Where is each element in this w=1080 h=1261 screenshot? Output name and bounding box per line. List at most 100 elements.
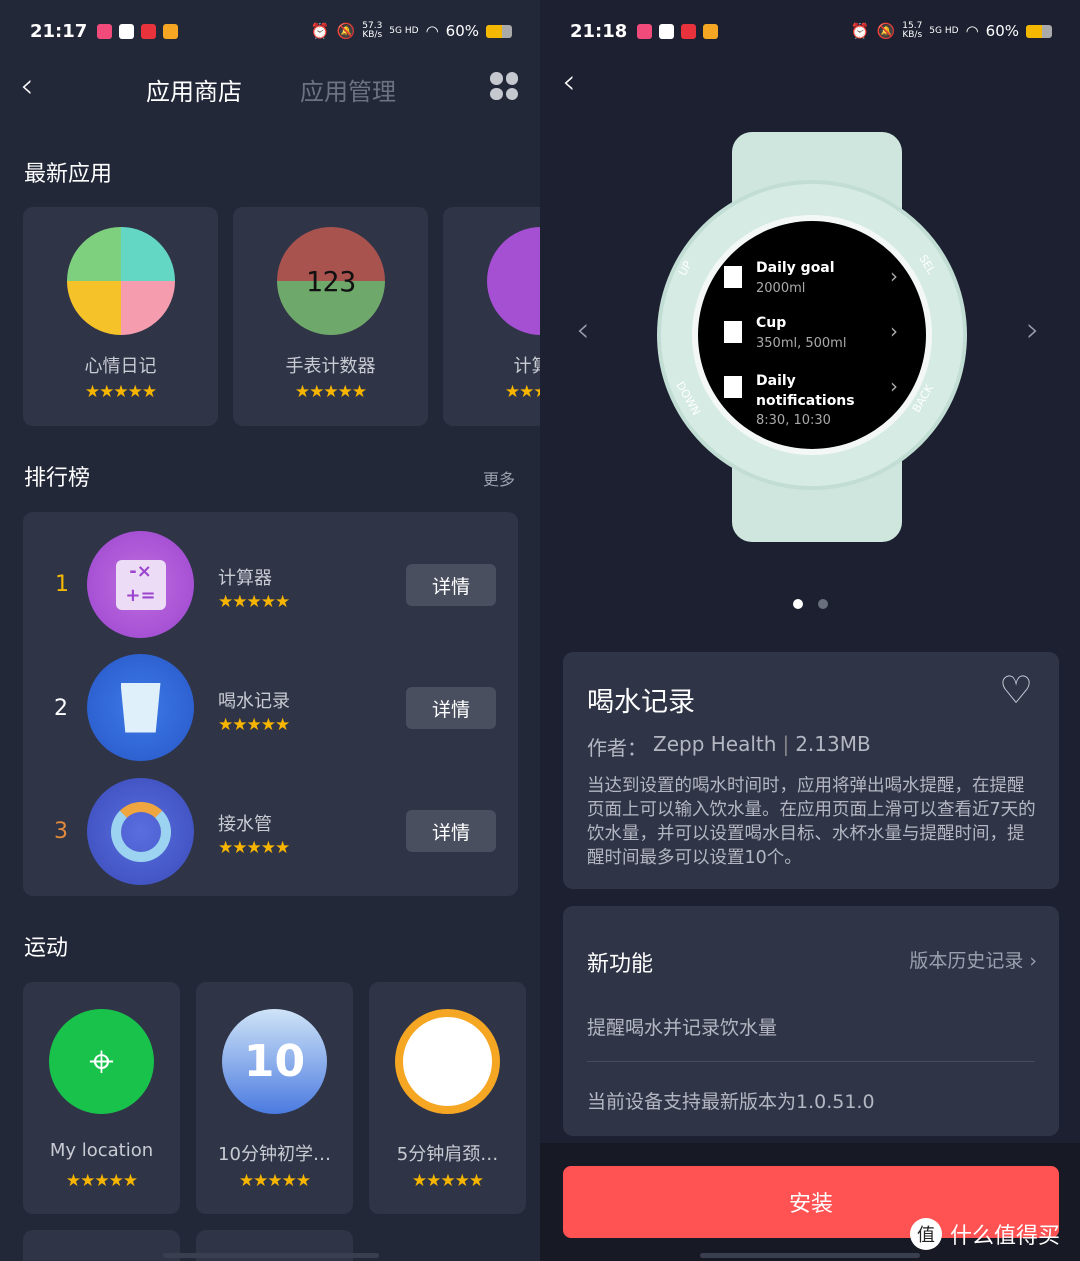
- rating-stars: ★★★★★: [65, 1171, 138, 1191]
- notification-app-icon: [637, 23, 653, 39]
- mood-diary-icon: [67, 227, 175, 335]
- section-sports-title: 运动: [24, 936, 69, 961]
- carousel-dot[interactable]: [818, 599, 828, 609]
- features-card: 新功能 版本历史记录 › 提醒喝水并记录饮水量 当前设备支持最新版本为1.0.5…: [563, 906, 1059, 1136]
- battery-icon: [1026, 24, 1052, 38]
- app-name: 10分钟初学…: [218, 1144, 331, 1165]
- newest-app-card[interactable]: 心情日记 ★★★★★: [23, 207, 218, 426]
- rating-stars: ★★★★★: [294, 382, 367, 402]
- workout-icon: 10: [222, 1009, 327, 1114]
- sports-app-card[interactable]: 10 10分钟初学… ★★★★★: [196, 982, 353, 1214]
- status-time: 21:18: [570, 20, 628, 42]
- notification-weibo-icon: [163, 23, 179, 39]
- home-indicator[interactable]: [163, 1253, 379, 1258]
- cup-icon: [724, 321, 742, 343]
- rating-stars: ★★★★★: [504, 382, 540, 402]
- watch-item-sub: 8:30, 10:30: [756, 413, 831, 428]
- section-ranking-title: 排行榜: [24, 466, 91, 491]
- watch-item-sub: 350ml, 500ml: [756, 336, 847, 351]
- tab-app-store[interactable]: 应用商店: [146, 72, 242, 107]
- newest-app-card[interactable]: 123 手表计数器 ★★★★★: [233, 207, 428, 426]
- tab-app-manage[interactable]: 应用管理: [300, 72, 396, 107]
- battery-icon: [486, 24, 512, 38]
- sports-app-card[interactable]: 5分钟肩颈… ★★★★★: [369, 982, 526, 1214]
- water-cup-icon: [87, 654, 194, 761]
- app-title: 喝水记录: [587, 687, 695, 718]
- watermark: 值 什么值得买: [910, 1218, 1060, 1250]
- features-title: 新功能: [587, 952, 654, 977]
- details-button[interactable]: 详情: [406, 564, 496, 606]
- speed-unit: KB/s: [902, 30, 923, 40]
- alarm-icon: ⏰: [850, 22, 870, 40]
- watch-item-title: Cup: [756, 315, 787, 331]
- rating-stars: ★★★★★: [218, 592, 290, 612]
- notification-app-icon: [97, 23, 113, 39]
- author-name: Zepp Health: [653, 732, 777, 756]
- grid-menu-icon[interactable]: [490, 72, 518, 100]
- pipe-icon: [87, 778, 194, 885]
- notification-weibo-icon: [703, 23, 719, 39]
- watermark-logo-icon: 值: [910, 1218, 942, 1250]
- app-size: 2.13MB: [795, 732, 871, 756]
- app-detail-screen: 21:18 ⏰ 🔕 15.7 KB/s 5G HD ◠ 60% ‹ UP SEL …: [540, 0, 1080, 1261]
- status-bar: 21:17 ⏰ 🔕 57.3 KB/s 5G HD ◠ 60%: [30, 18, 512, 44]
- rank-number: 3: [54, 819, 68, 844]
- rating-stars: ★★★★★: [238, 1171, 311, 1191]
- mute-icon: 🔕: [336, 22, 356, 40]
- app-name: 计算器: [218, 568, 272, 589]
- app-store-screen: 21:17 ⏰ 🔕 57.3 KB/s 5G HD ◠ 60% ‹ 应用商店 应用…: [0, 0, 540, 1261]
- notification-video-icon: [119, 23, 135, 39]
- signal-icon: 5G HD: [929, 25, 959, 36]
- cup-clock-icon: [724, 376, 742, 398]
- version-note: 当前设备支持最新版本为1.0.51.0: [587, 1091, 875, 1113]
- version-history-label: 版本历史记录: [909, 950, 1024, 972]
- calculator-icon: [487, 227, 540, 335]
- rating-stars: ★★★★★: [218, 838, 290, 858]
- section-newest-title: 最新应用: [24, 162, 113, 187]
- counter-icon: 123: [277, 227, 385, 335]
- back-button[interactable]: ‹: [562, 62, 576, 102]
- sports-app-card[interactable]: ⌖ My location ★★★★★: [23, 982, 180, 1214]
- back-button[interactable]: ‹: [20, 66, 34, 106]
- status-time: 21:17: [30, 20, 88, 42]
- details-button[interactable]: 详情: [406, 687, 496, 729]
- chevron-right-icon: ›: [890, 264, 898, 288]
- details-button[interactable]: 详情: [406, 810, 496, 852]
- rank-number: 1: [55, 572, 69, 597]
- version-history-link[interactable]: 版本历史记录 ›: [909, 946, 1037, 973]
- battery-percent: 60%: [445, 22, 479, 40]
- app-name: 手表计数器: [285, 356, 376, 377]
- new-feature-text: 提醒喝水并记录饮水量: [587, 1017, 778, 1039]
- app-description: 当达到设置的喝水时间时，应用将弹出喝水提醒，在提醒页面上可以输入饮水量。在应用页…: [587, 776, 1036, 868]
- battery-percent: 60%: [985, 22, 1019, 40]
- app-info-card: 喝水记录 ♡ 作者： Zepp Health | 2.13MB 当达到设置的喝水…: [563, 652, 1059, 889]
- newest-app-card[interactable]: 计算器 ★★★★★: [443, 207, 540, 426]
- rating-stars: ★★★★★: [218, 715, 290, 735]
- notification-video-icon: [659, 23, 675, 39]
- ranking-more-link[interactable]: 更多: [483, 466, 515, 490]
- carousel-next-button[interactable]: ›: [1026, 310, 1040, 350]
- carousel-dot-active[interactable]: [793, 599, 803, 609]
- wifi-icon: ◠: [965, 22, 979, 40]
- neck-exercise-icon: [395, 1009, 500, 1114]
- app-meta: 作者： Zepp Health | 2.13MB: [587, 732, 871, 761]
- app-name: 喝水记录: [218, 691, 290, 712]
- divider: |: [782, 732, 790, 756]
- carousel-prev-button[interactable]: ‹: [576, 310, 590, 350]
- calculator-icon: -× +=: [87, 531, 194, 638]
- home-indicator[interactable]: [700, 1253, 920, 1258]
- chevron-right-icon: ›: [1029, 950, 1037, 972]
- watch-item-title: Daily goal: [756, 260, 835, 276]
- divider: [587, 1061, 1035, 1062]
- signal-icon: 5G HD: [389, 25, 419, 36]
- author-label: 作者：: [587, 736, 647, 760]
- sports-app-card[interactable]: [23, 1230, 180, 1261]
- watch-item-title: Daily notifications: [756, 373, 855, 409]
- app-name: My location: [49, 1140, 154, 1161]
- rating-stars: ★★★★★: [411, 1171, 484, 1191]
- app-name: 5分钟肩颈…: [396, 1144, 499, 1165]
- wifi-icon: ◠: [425, 22, 439, 40]
- cup-goal-icon: [724, 266, 742, 288]
- favorite-heart-icon[interactable]: ♡: [999, 668, 1033, 712]
- watch-item-sub: 2000ml: [756, 281, 806, 296]
